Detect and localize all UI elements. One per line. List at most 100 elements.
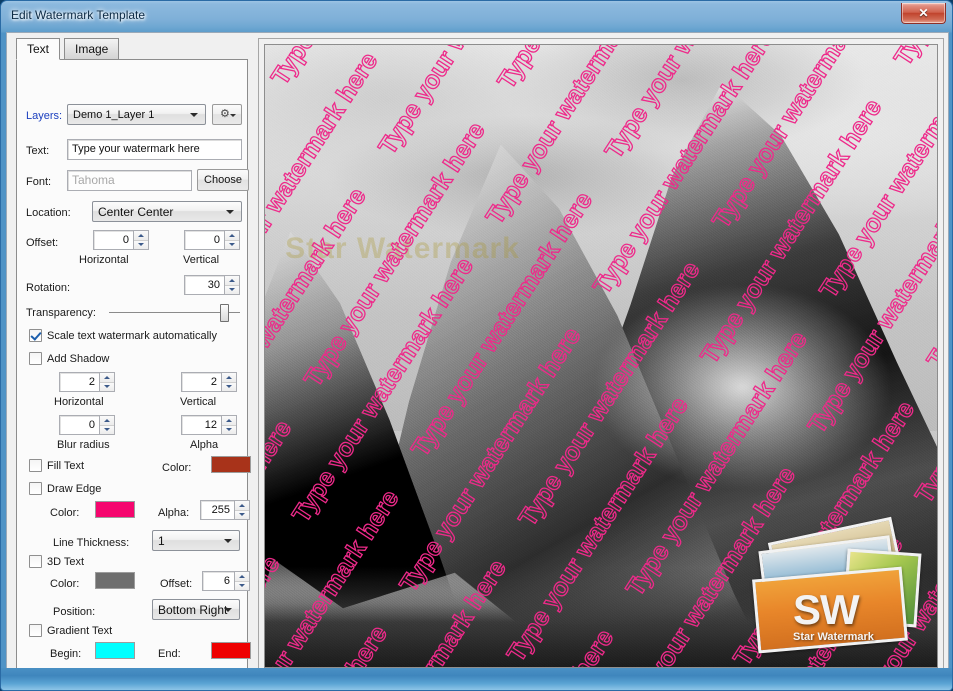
spin-up-icon[interactable]	[134, 231, 148, 240]
preview-canvas[interactable]: Star Watermark Type your watermark hereT…	[264, 44, 938, 668]
three-d-offset-value[interactable]: 6	[202, 571, 234, 591]
checkbox-unchecked-icon	[29, 555, 42, 568]
checkbox-unchecked-icon	[29, 352, 42, 365]
offset-label: Offset:	[26, 237, 59, 249]
edge-alpha-label: Alpha:	[158, 507, 190, 519]
three-d-color-swatch[interactable]	[95, 572, 135, 589]
watermark-text-input[interactable]: Type your watermark here	[67, 139, 242, 160]
chevron-down-icon	[224, 607, 232, 612]
shadow-vertical-caption: Vertical	[180, 396, 217, 408]
dialog-client-area: Text Image Layers: Demo 1_Layer 1 ⚙ Text…	[6, 32, 949, 689]
transparency-slider-thumb[interactable]	[220, 304, 230, 322]
chevron-down-icon	[229, 676, 237, 681]
gradient-end-swatch[interactable]	[211, 642, 251, 659]
font-input[interactable]: Tahoma	[67, 170, 192, 191]
spin-down-icon[interactable]	[225, 239, 239, 249]
rotation-value[interactable]: 30	[184, 275, 224, 295]
spin-down-icon[interactable]	[222, 424, 236, 434]
shadow-blur-stepper[interactable]: 0	[59, 415, 115, 435]
offset-horizontal-value[interactable]: 0	[93, 230, 133, 250]
chevron-down-icon	[224, 538, 232, 543]
repeat-mode-value: Stroke	[181, 671, 216, 686]
title-bar[interactable]: Edit Watermark Template ✕	[1, 1, 952, 31]
shadow-alpha-stepper[interactable]: 12	[181, 415, 237, 435]
gradient-text-checkbox[interactable]: Gradient Text	[29, 624, 112, 637]
three-d-offset-label: Offset:	[160, 578, 193, 590]
three-d-position-select[interactable]: Bottom Right	[152, 599, 240, 620]
layers-settings-button[interactable]: ⚙	[212, 104, 242, 125]
fill-text-checkbox[interactable]: Fill Text	[29, 459, 84, 472]
edge-alpha-spin-buttons[interactable]	[234, 500, 250, 520]
edge-alpha-value[interactable]: 255	[200, 500, 234, 520]
star-watermark-logo: SW Star Watermark	[749, 516, 927, 654]
spin-up-icon[interactable]	[100, 373, 114, 382]
rotation-stepper[interactable]: 30	[184, 275, 240, 295]
location-select[interactable]: Center Center	[92, 201, 242, 222]
edge-alpha-stepper[interactable]: 255	[200, 500, 250, 520]
tab-image[interactable]: Image	[64, 38, 120, 60]
edge-color-swatch[interactable]	[95, 501, 135, 518]
line-thickness-label: Line Thickness:	[53, 537, 130, 549]
spin-down-icon[interactable]	[134, 239, 148, 249]
shadow-horizontal-value[interactable]: 2	[59, 372, 99, 392]
offset-horizontal-stepper[interactable]: 0	[93, 230, 149, 250]
spin-down-icon[interactable]	[235, 580, 249, 590]
repeat-cover-checkbox[interactable]: Repeat to cover image	[29, 674, 158, 687]
spin-up-icon[interactable]	[222, 416, 236, 425]
shadow-alpha-value[interactable]: 12	[181, 415, 221, 435]
shadow-blur-spin-buttons[interactable]	[99, 415, 115, 435]
location-select-value: Center Center	[98, 204, 174, 219]
add-shadow-checkbox[interactable]: Add Shadow	[29, 352, 109, 365]
checkbox-unchecked-icon	[29, 624, 42, 637]
shadow-vertical-stepper[interactable]: 2	[181, 372, 237, 392]
spin-down-icon[interactable]	[225, 284, 239, 294]
shadow-alpha-caption: Alpha	[190, 439, 219, 451]
watermark-text: Type your watermark here	[889, 45, 937, 72]
shadow-horizontal-spin-buttons[interactable]	[99, 372, 115, 392]
repeat-mode-select[interactable]: Stroke	[175, 668, 245, 689]
shadow-horizontal-stepper[interactable]: 2	[59, 372, 115, 392]
chevron-down-icon	[190, 112, 198, 117]
spin-down-icon[interactable]	[222, 381, 236, 391]
draw-edge-checkbox[interactable]: Draw Edge	[29, 482, 101, 495]
close-icon: ✕	[918, 6, 929, 20]
scale-auto-label: Scale text watermark automatically	[47, 329, 217, 342]
offset-vertical-value[interactable]: 0	[184, 230, 224, 250]
scale-auto-checkbox[interactable]: Scale text watermark automatically	[29, 329, 217, 342]
tab-text[interactable]: Text	[16, 38, 61, 60]
checkbox-checked-icon	[29, 674, 42, 687]
shadow-vertical-value[interactable]: 2	[181, 372, 221, 392]
three-d-offset-stepper[interactable]: 6	[202, 571, 250, 591]
shadow-blur-caption: Blur radius	[57, 439, 110, 451]
offset-horizontal-spin-buttons[interactable]	[133, 230, 149, 250]
spin-up-icon[interactable]	[235, 572, 249, 581]
spin-up-icon[interactable]	[225, 276, 239, 285]
choose-font-button[interactable]: Choose	[197, 169, 249, 191]
fill-color-swatch[interactable]	[211, 456, 251, 473]
offset-horizontal-caption: Horizontal	[79, 254, 129, 266]
line-thickness-select[interactable]: 1	[152, 530, 240, 551]
three-d-offset-spin-buttons[interactable]	[234, 571, 250, 591]
layers-select[interactable]: Demo 1_Layer 1	[67, 104, 206, 125]
spin-down-icon[interactable]	[235, 509, 249, 519]
shadow-vertical-spin-buttons[interactable]	[221, 372, 237, 392]
spin-up-icon[interactable]	[222, 373, 236, 382]
three-d-text-checkbox[interactable]: 3D Text	[29, 555, 84, 568]
offset-vertical-spin-buttons[interactable]	[224, 230, 240, 250]
checkbox-checked-icon	[29, 329, 42, 342]
gradient-begin-swatch[interactable]	[95, 642, 135, 659]
offset-vertical-stepper[interactable]: 0	[184, 230, 240, 250]
gradient-begin-label: Begin:	[50, 648, 82, 660]
spin-down-icon[interactable]	[100, 381, 114, 391]
spin-up-icon[interactable]	[235, 501, 249, 510]
rotation-spin-buttons[interactable]	[224, 275, 240, 295]
layers-select-value: Demo 1_Layer 1	[73, 108, 155, 121]
shadow-alpha-spin-buttons[interactable]	[221, 415, 237, 435]
spin-down-icon[interactable]	[100, 424, 114, 434]
logo-title: SW	[793, 586, 860, 633]
spin-up-icon[interactable]	[225, 231, 239, 240]
shadow-blur-value[interactable]: 0	[59, 415, 99, 435]
rotation-label: Rotation:	[26, 282, 71, 294]
close-button[interactable]: ✕	[901, 3, 946, 24]
spin-up-icon[interactable]	[100, 416, 114, 425]
